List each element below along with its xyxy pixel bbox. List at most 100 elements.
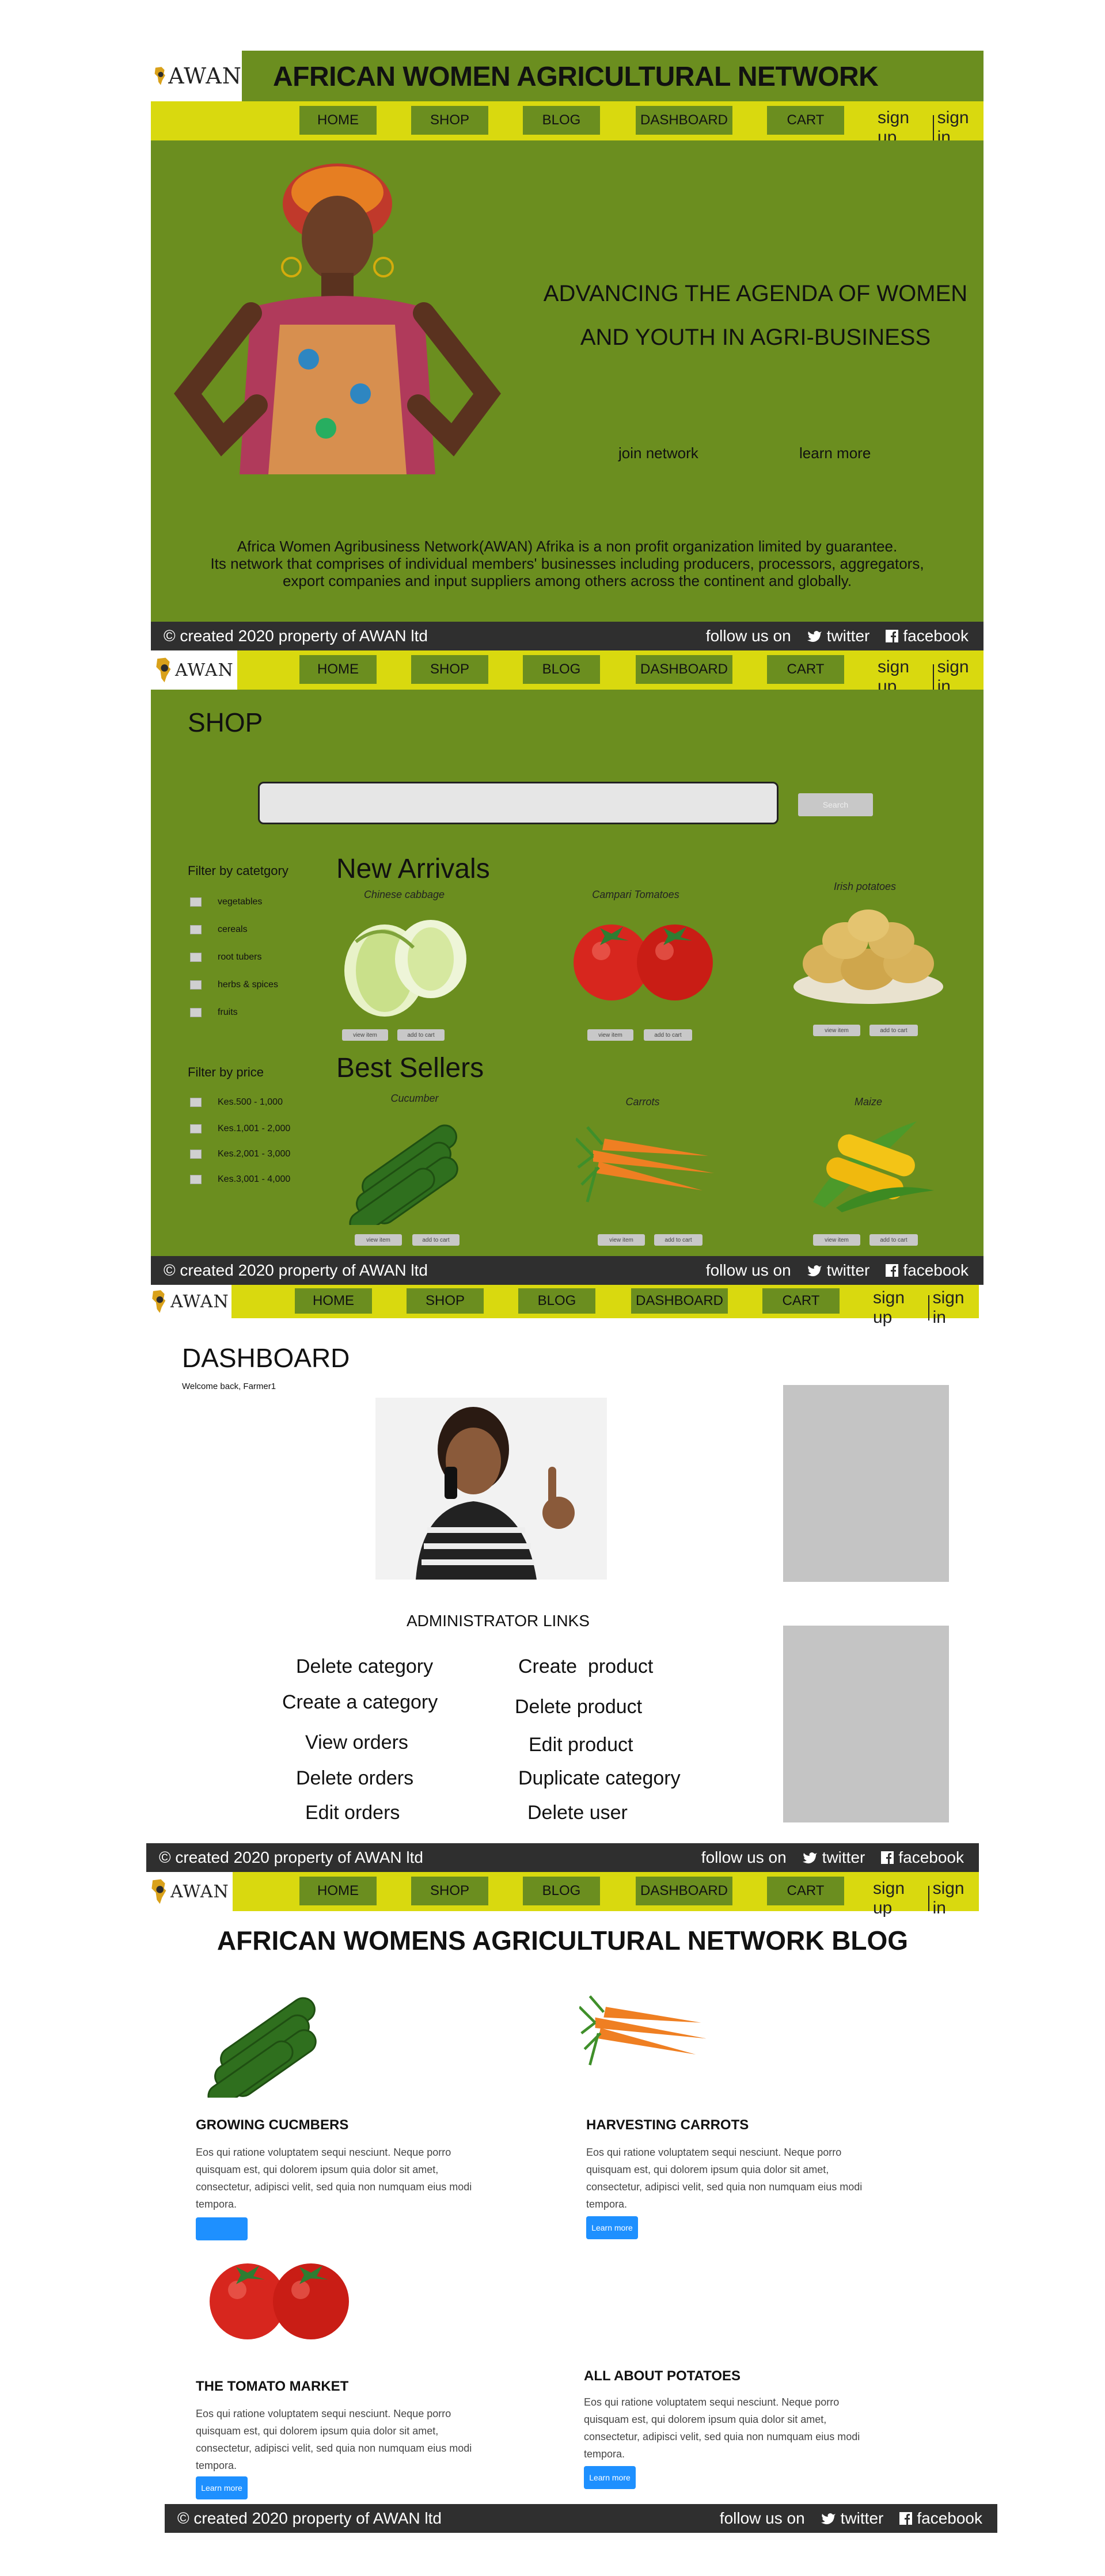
nav-dashboard[interactable]: DASHBOARD bbox=[631, 1288, 728, 1314]
checkbox[interactable] bbox=[190, 1150, 202, 1159]
filter-price-4[interactable]: Kes.3,001 - 4,000 bbox=[190, 1174, 290, 1185]
create-category-link[interactable]: Create a category bbox=[282, 1691, 438, 1714]
add-to-cart-button[interactable]: add to cart bbox=[644, 1029, 692, 1041]
follow-label: follow us on bbox=[705, 627, 791, 645]
learn-more-button[interactable]: Learn more bbox=[196, 2476, 248, 2499]
facebook-label: facebook bbox=[903, 1261, 969, 1279]
nav-shop[interactable]: SHOP bbox=[407, 1288, 484, 1314]
add-to-cart-button[interactable]: add to cart bbox=[869, 1025, 918, 1036]
post-title-tomato[interactable]: THE TOMATO MARKET bbox=[196, 2379, 348, 2395]
learn-more-button[interactable]: Learn more bbox=[584, 2466, 636, 2489]
checkbox[interactable] bbox=[190, 980, 202, 990]
nav-home[interactable]: HOME bbox=[299, 106, 377, 135]
learn-more-button[interactable] bbox=[196, 2217, 248, 2240]
sign-up-link[interactable]: sign up bbox=[873, 1288, 925, 1327]
checkbox[interactable] bbox=[190, 953, 202, 962]
nav-cart[interactable]: CART bbox=[762, 1288, 840, 1314]
facebook-link[interactable]: facebook bbox=[899, 2509, 982, 2528]
home-section: AWAN AFRICAN WOMEN AGRICULTURAL NETWORK … bbox=[151, 51, 984, 650]
filter-herbs-spices[interactable]: herbs & spices bbox=[190, 980, 278, 990]
view-item-button[interactable]: view item bbox=[342, 1029, 388, 1041]
view-item-button[interactable]: view item bbox=[355, 1234, 402, 1246]
post-title-potatoes[interactable]: ALL ABOUT POTATOES bbox=[584, 2368, 741, 2384]
twitter-link[interactable]: twitter bbox=[802, 1848, 865, 1867]
checkbox[interactable] bbox=[190, 1124, 202, 1133]
sign-up-link[interactable]: sign up bbox=[873, 1879, 925, 1918]
shop-title: SHOP bbox=[188, 707, 263, 737]
add-to-cart-button[interactable]: add to cart bbox=[412, 1234, 460, 1246]
blog-title: AFRICAN WOMENS AGRICULTURAL NETWORK BLOG bbox=[217, 1926, 909, 1955]
filter-vegetables[interactable]: vegetables bbox=[190, 897, 262, 907]
nav-blog[interactable]: BLOG bbox=[523, 655, 600, 684]
add-to-cart-button[interactable]: add to cart bbox=[397, 1029, 445, 1041]
nav-dashboard[interactable]: DASHBOARD bbox=[636, 106, 732, 135]
twitter-link[interactable]: twitter bbox=[807, 627, 869, 645]
filter-price-3[interactable]: Kes.2,001 - 3,000 bbox=[190, 1149, 290, 1159]
nav-shop[interactable]: SHOP bbox=[411, 655, 488, 684]
edit-product-link[interactable]: Edit product bbox=[529, 1734, 633, 1756]
post-title-carrots[interactable]: HARVESTING CARROTS bbox=[586, 2117, 749, 2133]
nav-blog[interactable]: BLOG bbox=[523, 106, 600, 135]
view-item-button[interactable]: view item bbox=[813, 1234, 860, 1246]
nav-home[interactable]: HOME bbox=[299, 1877, 377, 1905]
checkbox[interactable] bbox=[190, 1008, 202, 1017]
nav-dashboard[interactable]: DASHBOARD bbox=[636, 1877, 732, 1905]
brand-logo-small[interactable]: AWAN bbox=[146, 1872, 233, 1911]
dashboard-section: AWAN HOME SHOP BLOG DASHBOARD CART sign … bbox=[146, 1285, 979, 1872]
join-network-link[interactable]: join network bbox=[618, 444, 698, 462]
delete-product-link[interactable]: Delete product bbox=[515, 1696, 642, 1718]
filter-price-2[interactable]: Kes.1,001 - 2,000 bbox=[190, 1124, 290, 1134]
checkbox[interactable] bbox=[190, 897, 202, 907]
brand-logo[interactable]: AWAN bbox=[151, 51, 242, 101]
product-name-potatoes: Irish potatoes bbox=[833, 881, 897, 892]
add-to-cart-button[interactable]: add to cart bbox=[869, 1234, 918, 1246]
checkbox[interactable] bbox=[190, 1175, 202, 1184]
view-item-button[interactable]: view item bbox=[598, 1234, 645, 1246]
sign-in-link[interactable]: sign in bbox=[933, 1288, 979, 1327]
facebook-link[interactable]: facebook bbox=[881, 1848, 964, 1867]
search-input[interactable] bbox=[258, 782, 779, 824]
facebook-link[interactable]: facebook bbox=[886, 1261, 969, 1280]
about-text: Africa Women Agribusiness Network(AWAN) … bbox=[151, 538, 984, 589]
checkbox[interactable] bbox=[190, 925, 202, 934]
nav-blog[interactable]: BLOG bbox=[518, 1288, 595, 1314]
twitter-link[interactable]: twitter bbox=[807, 1261, 869, 1280]
search-button[interactable]: Search bbox=[798, 793, 873, 816]
cucumber-image bbox=[207, 1997, 317, 2098]
brand-logo-small[interactable]: AWAN bbox=[146, 1285, 231, 1318]
edit-orders-link[interactable]: Edit orders bbox=[305, 1802, 400, 1824]
nav-shop[interactable]: SHOP bbox=[411, 1877, 488, 1905]
brand-logo-small[interactable]: AWAN bbox=[151, 650, 237, 690]
filter-cereals[interactable]: cereals bbox=[190, 924, 248, 935]
nav-home[interactable]: HOME bbox=[295, 1288, 372, 1314]
nav-cart[interactable]: CART bbox=[767, 655, 844, 684]
delete-category-link[interactable]: Delete category bbox=[296, 1656, 433, 1678]
nav-cart[interactable]: CART bbox=[767, 1877, 844, 1905]
shop-body: SHOP Search Filter by catetgory vegetabl… bbox=[151, 690, 984, 1256]
nav-cart[interactable]: CART bbox=[767, 106, 844, 135]
view-item-button[interactable]: view item bbox=[587, 1029, 633, 1041]
facebook-link[interactable]: facebook bbox=[886, 627, 969, 645]
sign-in-link[interactable]: sign in bbox=[933, 1879, 979, 1918]
nav-shop[interactable]: SHOP bbox=[411, 106, 488, 135]
create-product-link[interactable]: Create product bbox=[518, 1656, 653, 1678]
add-to-cart-button[interactable]: add to cart bbox=[654, 1234, 703, 1246]
filter-root-tubers[interactable]: root tubers bbox=[190, 952, 261, 962]
delete-orders-link[interactable]: Delete orders bbox=[296, 1767, 413, 1790]
view-orders-link[interactable]: View orders bbox=[305, 1732, 408, 1754]
product-name-tomatoes: Campari Tomatoes bbox=[592, 889, 679, 900]
checkbox[interactable] bbox=[190, 1098, 202, 1107]
duplicate-category-link[interactable]: Duplicate category bbox=[518, 1767, 681, 1790]
twitter-link[interactable]: twitter bbox=[821, 2509, 883, 2528]
filter-price-1[interactable]: Kes.500 - 1,000 bbox=[190, 1097, 283, 1108]
filter-fruits[interactable]: fruits bbox=[190, 1007, 238, 1018]
nav-blog[interactable]: BLOG bbox=[523, 1877, 600, 1905]
learn-more-link[interactable]: learn more bbox=[799, 444, 871, 462]
dashboard-title: DASHBOARD bbox=[182, 1343, 350, 1373]
nav-home[interactable]: HOME bbox=[299, 655, 377, 684]
post-title-cucumbers[interactable]: GROWING CUCMBERS bbox=[196, 2117, 348, 2133]
view-item-button[interactable]: view item bbox=[813, 1025, 860, 1036]
delete-user-link[interactable]: Delete user bbox=[527, 1802, 628, 1824]
learn-more-button[interactable]: Learn more bbox=[586, 2216, 638, 2239]
nav-dashboard[interactable]: DASHBOARD bbox=[636, 655, 732, 684]
